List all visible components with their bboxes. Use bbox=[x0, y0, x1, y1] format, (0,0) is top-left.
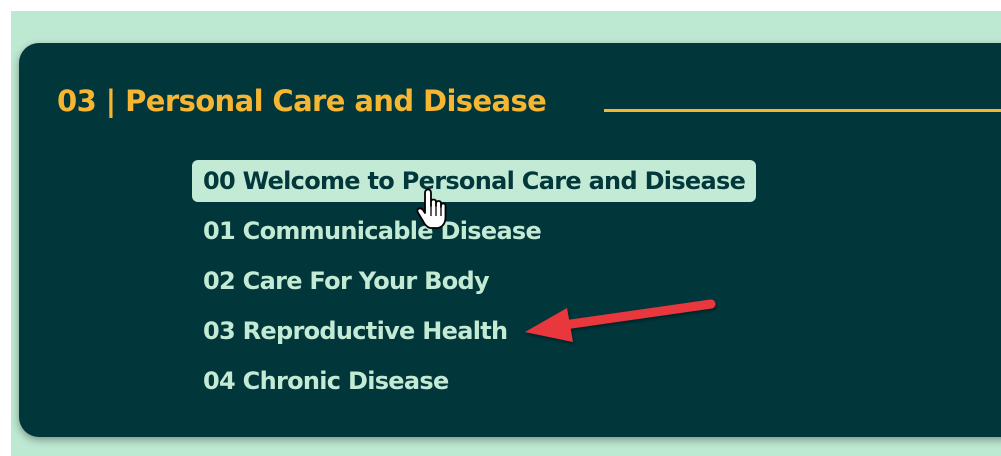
module-card: 03 | Personal Care and Disease 00 Welcom… bbox=[19, 43, 1001, 437]
lesson-item-chronic-disease[interactable]: 04 Chronic Disease bbox=[192, 360, 756, 402]
lesson-item-welcome[interactable]: 00 Welcome to Personal Care and Disease bbox=[192, 160, 757, 202]
lesson-list: 00 Welcome to Personal Care and Disease … bbox=[192, 160, 757, 410]
red-arrow-annotation-icon bbox=[525, 299, 716, 342]
section-title: 03 | Personal Care and Disease bbox=[57, 84, 547, 118]
title-divider bbox=[604, 109, 1001, 112]
lesson-item-communicable-disease[interactable]: 01 Communicable Disease bbox=[192, 210, 756, 252]
pointer-hand-icon bbox=[416, 188, 447, 229]
